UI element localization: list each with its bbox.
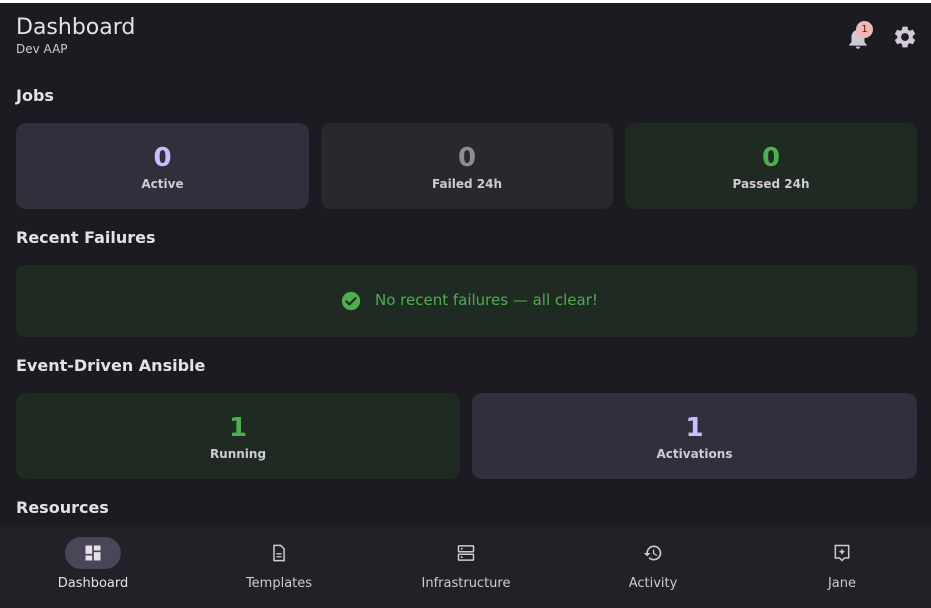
server-icon bbox=[457, 545, 475, 561]
history-icon bbox=[643, 545, 662, 561]
nav-item-infrastructure[interactable]: Infrastructure bbox=[373, 525, 559, 605]
bottom-navigation: Dashboard Templates Infrastructure Activ… bbox=[0, 525, 931, 608]
recent-failures-message: No recent failures — all clear! bbox=[375, 291, 598, 309]
page-title: Dashboard bbox=[16, 15, 136, 40]
passed-jobs-card[interactable]: 0 Passed 24h bbox=[625, 123, 917, 209]
eda-running-card[interactable]: 1 Running bbox=[16, 393, 460, 479]
eda-activations-label: Activations bbox=[656, 447, 733, 461]
passed-jobs-count: 0 bbox=[761, 143, 781, 173]
resources-section-title: Resources bbox=[16, 498, 109, 517]
nav-label-infrastructure: Infrastructure bbox=[421, 576, 511, 591]
recent-failures-section-title: Recent Failures bbox=[16, 228, 156, 247]
notification-badge: 1 bbox=[856, 21, 873, 38]
dashboard-icon bbox=[85, 545, 101, 561]
failed-jobs-card[interactable]: 0 Failed 24h bbox=[321, 123, 613, 209]
nav-label-activity: Activity bbox=[628, 576, 678, 591]
eda-activations-card[interactable]: 1 Activations bbox=[472, 393, 917, 479]
eda-running-count: 1 bbox=[228, 413, 248, 443]
page-subtitle: Dev AAP bbox=[16, 42, 68, 56]
eda-section-title: Event-Driven Ansible bbox=[16, 356, 206, 375]
eda-running-label: Running bbox=[209, 447, 267, 461]
user-badge-icon bbox=[834, 544, 850, 562]
failed-jobs-label: Failed 24h bbox=[432, 177, 502, 191]
nav-item-dashboard[interactable]: Dashboard bbox=[0, 525, 186, 605]
eda-activations-count: 1 bbox=[685, 413, 704, 443]
active-jobs-count: 0 bbox=[153, 143, 172, 173]
recent-failures-panel: No recent failures — all clear! bbox=[16, 265, 917, 337]
check-circle-icon bbox=[341, 291, 361, 311]
nav-item-activity[interactable]: Activity bbox=[560, 525, 746, 605]
passed-jobs-label: Passed 24h bbox=[732, 177, 810, 191]
app-screen: Dashboard Dev AAP 1 Jobs 0 Active 0 Fail… bbox=[0, 3, 931, 608]
nav-item-templates[interactable]: Templates bbox=[186, 525, 372, 605]
nav-item-jane[interactable]: Jane bbox=[749, 525, 931, 605]
active-jobs-label: Active bbox=[141, 177, 184, 191]
settings-gear-icon[interactable] bbox=[892, 24, 918, 50]
nav-label-dashboard: Dashboard bbox=[57, 576, 129, 591]
document-icon bbox=[273, 544, 285, 562]
nav-label-jane: Jane bbox=[827, 576, 857, 591]
failed-jobs-count: 0 bbox=[457, 143, 477, 173]
active-jobs-card[interactable]: 0 Active bbox=[16, 123, 309, 209]
nav-label-templates: Templates bbox=[245, 576, 313, 591]
jobs-section-title: Jobs bbox=[16, 86, 54, 105]
